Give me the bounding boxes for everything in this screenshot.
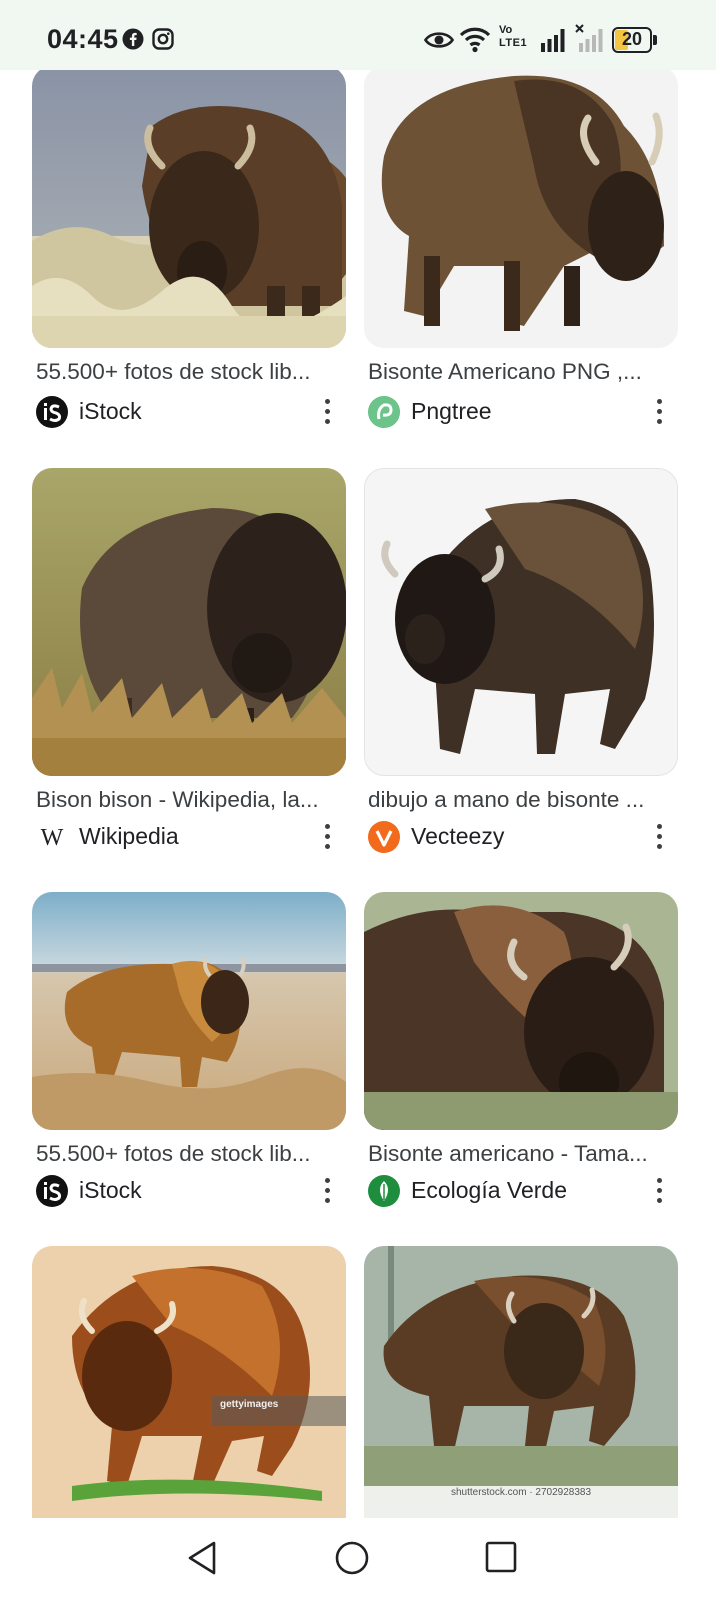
result-thumbnail[interactable]: shutterstock.com · 2702928383 [364, 1246, 678, 1518]
battery-icon: 20 [612, 27, 658, 53]
back-icon[interactable] [186, 1540, 218, 1581]
instagram-icon [152, 28, 174, 55]
wikipedia-logo-icon: W [36, 821, 68, 853]
result-source-row[interactable]: Ecología Verde [368, 1175, 674, 1209]
volte-indicator: Vo LTE1 [499, 24, 528, 49]
pngtree-logo-icon [368, 396, 400, 428]
result-source-row[interactable]: Vecteezy [368, 821, 674, 855]
more-options-icon[interactable] [654, 399, 664, 427]
result-source-row[interactable]: iStock [36, 396, 342, 430]
result-caption[interactable]: 55.500+ fotos de stock lib... [36, 359, 342, 385]
more-options-icon[interactable] [654, 824, 664, 852]
result-source-name: Ecología Verde [411, 1177, 568, 1203]
result-source-name: Wikipedia [79, 823, 179, 849]
more-options-icon[interactable] [322, 399, 332, 427]
result-caption[interactable]: 55.500+ fotos de stock lib... [36, 1141, 342, 1167]
result-thumbnail[interactable] [364, 468, 678, 776]
more-options-icon[interactable] [322, 1178, 332, 1206]
result-source-row[interactable]: iStock [36, 1175, 342, 1209]
result-source-row[interactable]: Pngtree [368, 396, 674, 430]
more-options-icon[interactable] [654, 1178, 664, 1206]
ecologia-verde-logo-icon [368, 1175, 400, 1207]
battery-level: 20 [621, 29, 643, 49]
home-icon[interactable] [334, 1540, 370, 1581]
result-source-name: iStock [79, 1177, 142, 1203]
result-source-name: Vecteezy [411, 823, 505, 849]
result-thumbnail[interactable] [32, 70, 346, 348]
result-source-row[interactable]: W Wikipedia [36, 821, 342, 855]
recents-icon[interactable] [484, 1540, 518, 1579]
result-thumbnail[interactable] [364, 892, 678, 1130]
vecteezy-logo-icon [368, 821, 400, 853]
svg-text:W: W [41, 825, 64, 851]
result-caption[interactable]: Bison bison - Wikipedia, la... [36, 787, 342, 813]
result-thumbnail[interactable] [364, 70, 678, 348]
wifi-icon [459, 25, 491, 58]
signal-icon [541, 28, 569, 57]
more-options-icon[interactable] [322, 824, 332, 852]
image-watermark: shutterstock.com · 2702928383 [450, 1487, 592, 1498]
istock-logo-icon [36, 396, 68, 428]
result-thumbnail[interactable] [32, 892, 346, 1130]
image-watermark: gettyimages [220, 1399, 279, 1410]
result-thumbnail[interactable] [32, 468, 346, 776]
status-time: 04:45 [47, 24, 119, 54]
navigation-bar [0, 1518, 716, 1600]
result-caption[interactable]: Bisonte Americano PNG ,... [368, 359, 674, 385]
result-source-name: iStock [79, 398, 142, 424]
result-source-name: Pngtree [411, 398, 492, 424]
eye-icon [423, 30, 455, 55]
result-caption[interactable]: Bisonte americano - Tama... [368, 1141, 674, 1167]
facebook-icon [122, 28, 144, 55]
no-signal-icon [575, 24, 605, 57]
result-thumbnail[interactable]: gettyimages [32, 1246, 346, 1518]
istock-logo-icon [36, 1175, 68, 1207]
status-bar: 04:45 Vo LTE1 20 [0, 0, 716, 70]
result-caption[interactable]: dibujo a mano de bisonte ... [368, 787, 674, 813]
image-results-grid: 55.500+ fotos de stock lib... iStock Bis… [0, 70, 716, 1518]
